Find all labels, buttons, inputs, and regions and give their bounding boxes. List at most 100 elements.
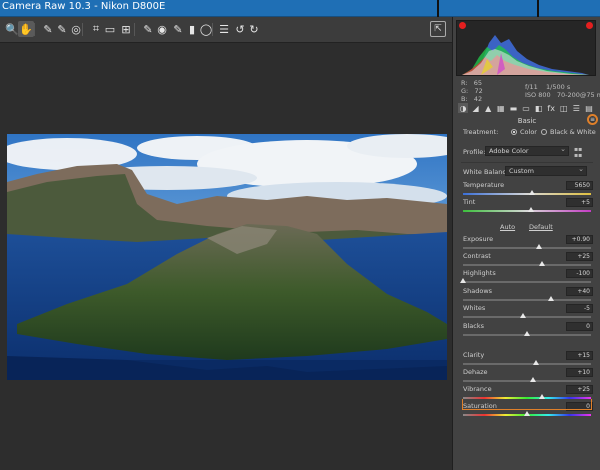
exposure-slider-track[interactable] — [463, 247, 591, 249]
lens-value: 70-200@75 mm — [556, 91, 600, 99]
window-title: Camera Raw 10.3 - Nikon D800E — [2, 1, 166, 12]
slider-tint: Tint +5 — [453, 198, 600, 216]
slider-whites: Whites -5 — [453, 304, 600, 322]
shadows-value-input[interactable]: +40 — [566, 287, 593, 296]
panel-menu-button[interactable]: ≡ — [587, 114, 598, 125]
dehaze-slider-thumb[interactable] — [530, 377, 537, 382]
whites-label: Whites — [463, 304, 486, 312]
contrast-slider-track[interactable] — [463, 264, 591, 266]
detail-tab[interactable]: ▲ — [483, 103, 493, 113]
blacks-slider-thumb[interactable] — [524, 331, 530, 336]
tone-curve-tab[interactable]: ◢ — [471, 103, 481, 113]
toolbar-separator — [212, 23, 213, 36]
saturation-slider-thumb[interactable] — [524, 411, 530, 416]
basic-tab-icon: ◑ — [459, 103, 467, 113]
dehaze-slider-track[interactable] — [463, 380, 591, 382]
rotate-cw-button[interactable]: ↻ — [246, 21, 262, 37]
tint-slider-thumb[interactable] — [527, 207, 534, 212]
split-toning-tab-icon: ▬ — [509, 103, 518, 113]
presets-tab[interactable]: ☰ — [571, 103, 581, 113]
photo-preview[interactable] — [7, 134, 447, 380]
exposure-slider-thumb[interactable] — [535, 244, 542, 249]
clarity-value-input[interactable]: +15 — [566, 351, 593, 360]
detail-tab-icon: ▲ — [485, 103, 492, 113]
contrast-value-input[interactable]: +25 — [566, 252, 593, 261]
straighten-tool-icon: ▭ — [104, 22, 116, 36]
temperature-label: Temperature — [463, 181, 505, 189]
contrast-label: Contrast — [463, 252, 491, 260]
exposure-value-input[interactable]: +0.90 — [566, 235, 593, 244]
clarity-slider-thumb[interactable] — [532, 360, 539, 365]
divider — [461, 162, 593, 163]
title-bar: Camera Raw 10.3 - Nikon D800E — [0, 0, 600, 17]
temperature-slider-track[interactable] — [463, 193, 591, 195]
straighten-tool-button[interactable]: ▭ — [102, 21, 118, 37]
g-value: 72 — [474, 87, 483, 95]
adjustment-brush-icon: ✎ — [173, 22, 183, 36]
white-balance-tool-icon: ✎ — [43, 22, 53, 36]
blacks-value-input[interactable]: 0 — [566, 322, 593, 331]
toolbar-separator — [134, 23, 135, 36]
dehaze-value-input[interactable]: +10 — [566, 368, 593, 377]
shadows-label: Shadows — [463, 287, 493, 295]
treatment-color-label: Color — [520, 128, 537, 136]
treatment-bw-radio[interactable] — [541, 129, 547, 135]
crop-tool-icon: ⌗ — [92, 22, 100, 35]
slider-temperature: Temperature 5650 — [453, 181, 600, 199]
section-title: Basic — [517, 117, 537, 125]
tint-value-input[interactable]: +5 — [566, 198, 593, 207]
highlights-label: Highlights — [463, 269, 496, 277]
shadows-slider-track[interactable] — [463, 299, 591, 301]
hand-tool-button[interactable]: ✋ — [18, 21, 34, 37]
iso-value: ISO 800 — [525, 91, 551, 99]
preferences-icon: ☰ — [219, 22, 229, 36]
slider-blacks: Blacks 0 — [453, 322, 600, 340]
basic-tab[interactable]: ◑ — [458, 103, 468, 113]
lens-corrections-tab-icon: ▭ — [522, 103, 530, 113]
auto-button[interactable]: Auto — [500, 223, 515, 231]
treatment-color-radio[interactable] — [511, 129, 517, 135]
highlights-slider-thumb[interactable] — [460, 278, 466, 283]
aperture-value: f/11 — [525, 83, 538, 91]
split-toning-tab[interactable]: ▬ — [508, 103, 518, 113]
default-button[interactable]: Default — [529, 223, 553, 231]
treatment-bw-label: Black & White — [550, 128, 596, 136]
shadows-slider-thumb[interactable] — [548, 296, 555, 301]
effects-tab[interactable]: fx — [546, 103, 556, 113]
vibrance-value-input[interactable]: +25 — [566, 385, 593, 394]
r-label: R: — [461, 79, 468, 87]
transform-tab[interactable]: ◧ — [534, 103, 544, 113]
preferences-button[interactable]: ☰ — [216, 21, 232, 37]
contrast-slider-thumb[interactable] — [539, 261, 546, 266]
transform-tool-button[interactable]: ⊞ — [118, 21, 134, 37]
tint-label: Tint — [463, 198, 476, 206]
histogram-graph — [462, 35, 589, 75]
dehaze-label: Dehaze — [463, 368, 488, 376]
red-eye-tool-button[interactable]: ◉ — [154, 21, 170, 37]
hand-tool-icon: ✋ — [19, 22, 33, 36]
temperature-value-input[interactable]: 5650 — [566, 181, 593, 190]
open-preferences-button[interactable]: ⇱ — [430, 21, 446, 37]
profile-browser-icon[interactable]: ▪▪ ▪▪ — [574, 147, 582, 159]
highlights-value-input[interactable]: -100 — [566, 269, 593, 278]
temperature-slider-thumb[interactable] — [529, 190, 536, 195]
red-eye-tool-icon: ◉ — [157, 22, 167, 36]
whites-value-input[interactable]: -5 — [566, 304, 593, 313]
toolbar-separator — [82, 23, 83, 36]
zoom-tool-icon: 🔍 — [5, 22, 19, 36]
snapshots-tab[interactable]: ▤ — [584, 103, 594, 113]
white-balance-dropdown[interactable]: Custom — [505, 165, 587, 176]
slider-highlights: Highlights -100 — [453, 269, 600, 287]
camera-calibration-tab[interactable]: ◫ — [559, 103, 569, 113]
profile-dropdown[interactable]: Adobe Color — [485, 145, 569, 156]
toolbar: ⇱ 🔍 ✋ ✎ ✎ ◎ ⌗ ▭ ⊞ ✎ ◉ ✎ ▮ ◯ ☰ ↺ ↻ — [0, 17, 452, 43]
transform-tab-icon: ◧ — [534, 103, 543, 113]
whites-slider-thumb[interactable] — [520, 313, 527, 318]
g-label: G: — [461, 87, 469, 95]
whites-slider-track[interactable] — [463, 316, 591, 318]
clarity-slider-track[interactable] — [463, 363, 591, 365]
lens-corrections-tab[interactable]: ▭ — [521, 103, 531, 113]
hsl-tab[interactable]: ▦ — [496, 103, 506, 113]
exposure-label: Exposure — [463, 235, 494, 243]
highlights-slider-track[interactable] — [463, 281, 591, 283]
